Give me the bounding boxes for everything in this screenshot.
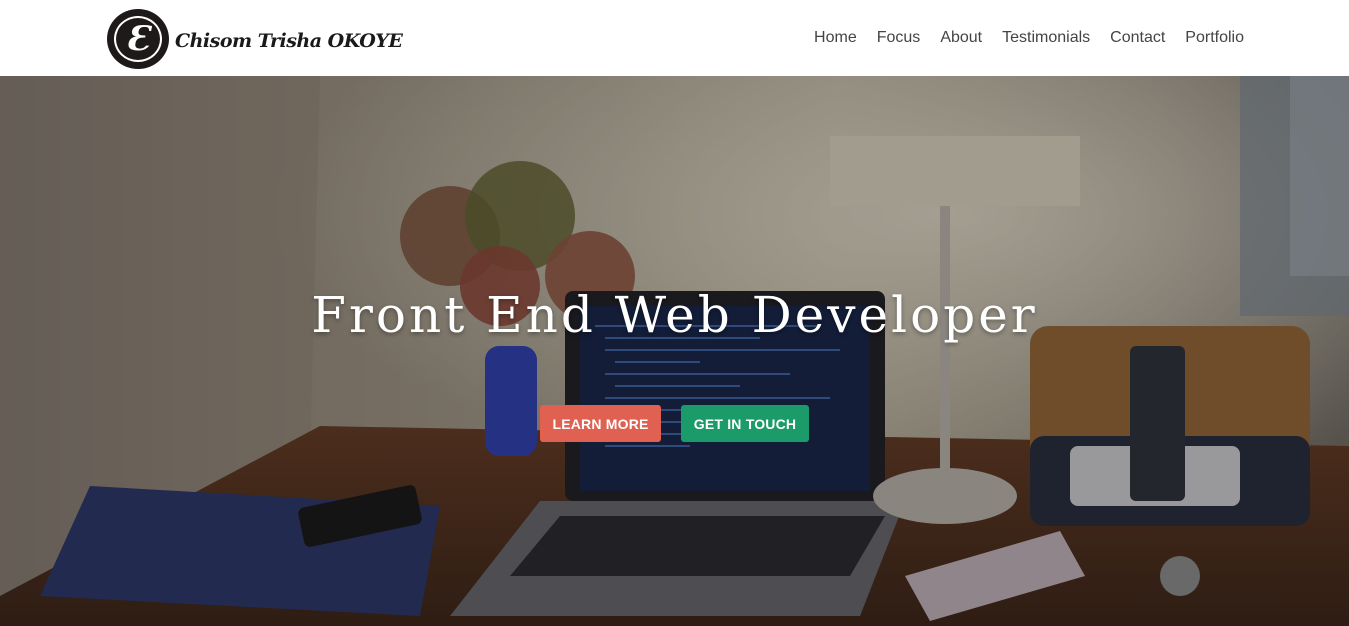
logo-icon: Ɛ bbox=[107, 9, 169, 69]
hero-overlay bbox=[0, 76, 1349, 626]
brand-link[interactable]: Ɛ Chisom Trisha OKOYE bbox=[107, 9, 403, 69]
navbar: Ɛ Chisom Trisha OKOYE Home Focus About T… bbox=[0, 0, 1349, 76]
nav-item-contact[interactable]: Contact bbox=[1110, 29, 1165, 47]
main-nav: Home Focus About Testimonials Contact Po… bbox=[814, 0, 1244, 76]
nav-item-about[interactable]: About bbox=[940, 29, 982, 47]
learn-more-button[interactable]: LEARN MORE bbox=[540, 405, 661, 442]
nav-item-home[interactable]: Home bbox=[814, 29, 857, 47]
nav-item-testimonials[interactable]: Testimonials bbox=[1002, 29, 1090, 47]
nav-item-portfolio[interactable]: Portfolio bbox=[1185, 29, 1244, 47]
get-in-touch-button[interactable]: GET IN TOUCH bbox=[681, 405, 809, 442]
hero-section: Front End Web Developer LEARN MORE GET I… bbox=[0, 76, 1349, 626]
logo-letter: Ɛ bbox=[114, 16, 162, 62]
hero-title: Front End Web Developer bbox=[311, 286, 1038, 344]
brand-name: Chisom Trisha OKOYE bbox=[175, 30, 403, 52]
nav-item-focus[interactable]: Focus bbox=[877, 29, 921, 47]
